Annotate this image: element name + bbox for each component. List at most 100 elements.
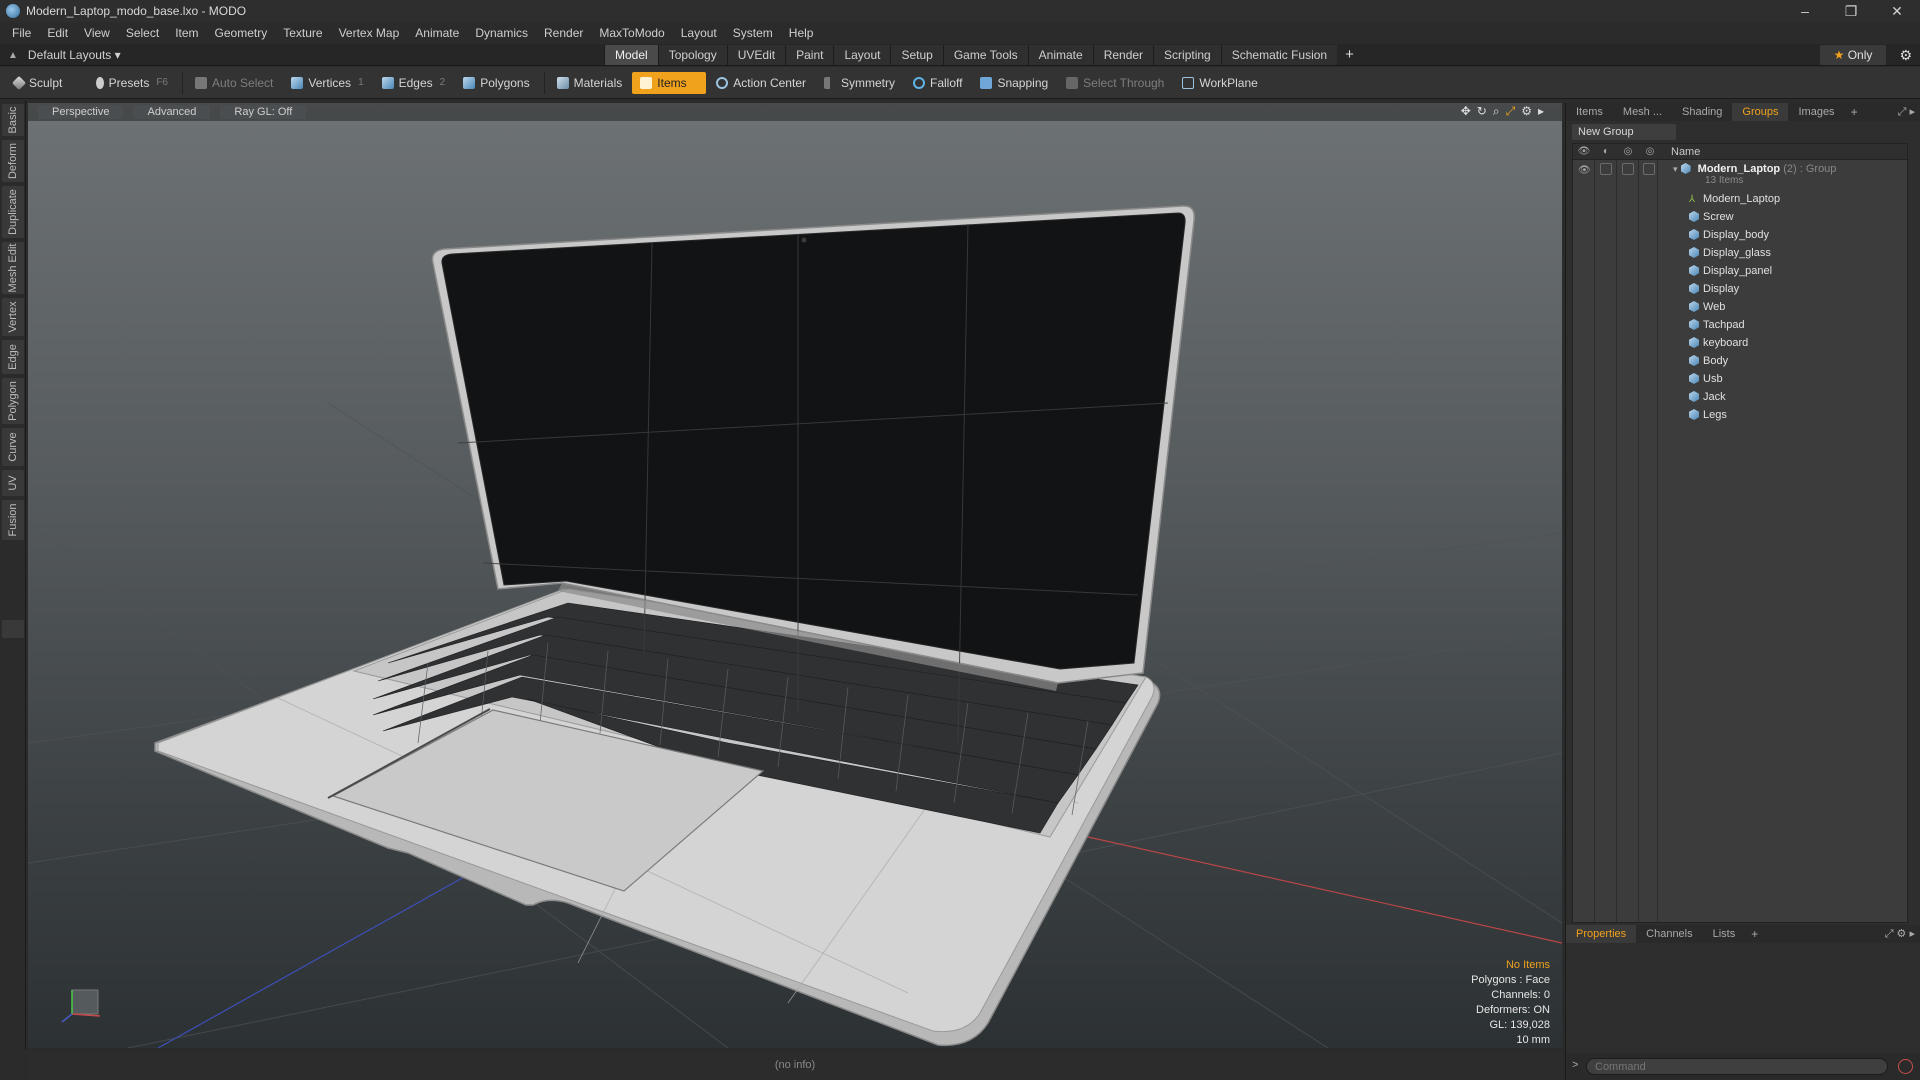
sculpt-button[interactable]: Sculpt bbox=[6, 72, 86, 94]
tab-game-tools[interactable]: Game Tools bbox=[942, 45, 1028, 65]
tree-item-web[interactable]: Web bbox=[1573, 298, 1907, 316]
select-through-button[interactable]: Select Through bbox=[1058, 72, 1172, 94]
select-toggle[interactable] bbox=[1643, 163, 1655, 175]
menu-vertex-map[interactable]: Vertex Map bbox=[331, 22, 408, 44]
expand-arrow-icon[interactable]: ▸ bbox=[1538, 104, 1544, 119]
panel-expand-icon[interactable]: ⤢ ⚙ ▸ bbox=[1885, 925, 1915, 943]
lock-toggle[interactable] bbox=[1622, 163, 1634, 175]
collapse-up-icon[interactable]: ▲ bbox=[8, 50, 18, 61]
left-tab-duplicate[interactable]: Duplicate bbox=[2, 186, 24, 238]
tree-item-display-body[interactable]: Display_body bbox=[1573, 226, 1907, 244]
tab-lists[interactable]: Lists bbox=[1703, 925, 1746, 943]
tab-model[interactable]: Model bbox=[604, 45, 658, 65]
zoom-icon[interactable]: ⌕ bbox=[1493, 104, 1500, 119]
menu-system[interactable]: System bbox=[725, 22, 781, 44]
render-header-icon[interactable]: ◐ bbox=[1595, 146, 1617, 157]
select-header-icon[interactable]: ◎ bbox=[1639, 146, 1661, 157]
polygons-button[interactable]: Polygons bbox=[455, 72, 537, 94]
add-panel-tab-icon[interactable]: + bbox=[1745, 927, 1764, 941]
add-tab-button[interactable]: + bbox=[1337, 45, 1362, 65]
gear-icon[interactable]: ⚙ bbox=[1899, 44, 1912, 66]
panel-expand-icon[interactable]: ⤢ ▸ bbox=[1898, 103, 1915, 121]
tab-items[interactable]: Items bbox=[1566, 103, 1613, 121]
tree-item-body[interactable]: Body bbox=[1573, 352, 1907, 370]
view-perspective-button[interactable]: Perspective bbox=[38, 105, 124, 119]
auto-select-button[interactable]: Auto Select bbox=[187, 72, 281, 94]
menu-select[interactable]: Select bbox=[118, 22, 167, 44]
menu-edit[interactable]: Edit bbox=[39, 22, 76, 44]
tree-item-jack[interactable]: Jack bbox=[1573, 388, 1907, 406]
snapping-button[interactable]: Snapping bbox=[972, 72, 1056, 94]
record-macro-icon[interactable] bbox=[1898, 1059, 1913, 1074]
tree-item-keyboard[interactable]: keyboard bbox=[1573, 334, 1907, 352]
menu-animate[interactable]: Animate bbox=[407, 22, 467, 44]
new-group-button[interactable]: New Group bbox=[1572, 124, 1676, 140]
visibility-header-icon[interactable]: 👁 bbox=[1573, 146, 1595, 157]
left-tab-basic[interactable]: Basic bbox=[2, 104, 24, 136]
tab-topology[interactable]: Topology bbox=[657, 45, 727, 65]
presets-button[interactable]: Presets F6 bbox=[88, 72, 176, 94]
tab-paint[interactable]: Paint bbox=[785, 45, 834, 65]
tab-render[interactable]: Render bbox=[1092, 45, 1154, 65]
tab-setup[interactable]: Setup bbox=[890, 45, 943, 65]
default-layouts-dropdown[interactable]: Default Layouts ▾ bbox=[28, 48, 121, 62]
rotate-icon[interactable]: ↻ bbox=[1477, 104, 1487, 119]
tree-item-tachpad[interactable]: Tachpad bbox=[1573, 316, 1907, 334]
left-tab-uv[interactable]: UV bbox=[2, 470, 24, 496]
action-center-button[interactable]: Action Center bbox=[708, 72, 814, 94]
left-tab-toggle[interactable] bbox=[2, 620, 24, 638]
tab-layout[interactable]: Layout bbox=[833, 45, 891, 65]
lock-header-icon[interactable]: ◎ bbox=[1617, 146, 1639, 157]
tab-scripting[interactable]: Scripting bbox=[1153, 45, 1221, 65]
tree-item-legs[interactable]: Legs bbox=[1573, 406, 1907, 424]
materials-button[interactable]: Materials bbox=[549, 72, 631, 94]
tree-item-modern-laptop[interactable]: ⅄ Modern_Laptop bbox=[1573, 190, 1907, 208]
tab-mesh[interactable]: Mesh ... bbox=[1613, 103, 1672, 121]
tab-uvedit[interactable]: UVEdit bbox=[726, 45, 786, 65]
menu-texture[interactable]: Texture bbox=[275, 22, 330, 44]
maximize-button[interactable]: ❐ bbox=[1828, 0, 1874, 22]
tab-schematic-fusion[interactable]: Schematic Fusion bbox=[1220, 45, 1338, 65]
menu-help[interactable]: Help bbox=[781, 22, 822, 44]
items-button[interactable]: Items bbox=[632, 71, 707, 94]
ray-gl-button[interactable]: Ray GL: Off bbox=[220, 105, 307, 119]
tab-properties[interactable]: Properties bbox=[1566, 925, 1637, 943]
left-tab-polygon[interactable]: Polygon bbox=[2, 378, 24, 424]
expand-arrow-icon[interactable]: ▾ bbox=[1673, 164, 1678, 174]
menu-dynamics[interactable]: Dynamics bbox=[467, 22, 536, 44]
vertices-button[interactable]: Vertices 1 bbox=[283, 72, 371, 94]
tab-images[interactable]: Images bbox=[1788, 103, 1844, 121]
menu-layout[interactable]: Layout bbox=[673, 22, 725, 44]
tree-item-display[interactable]: Display bbox=[1573, 280, 1907, 298]
tab-channels[interactable]: Channels bbox=[1636, 925, 1702, 943]
close-button[interactable]: ✕ bbox=[1874, 0, 1920, 22]
workplane-button[interactable]: WorkPlane bbox=[1174, 72, 1265, 94]
falloff-button[interactable]: Falloff bbox=[905, 72, 970, 94]
tab-animate[interactable]: Animate bbox=[1027, 45, 1093, 65]
tree-item-usb[interactable]: Usb bbox=[1573, 370, 1907, 388]
tree-item-display-glass[interactable]: Display_glass bbox=[1573, 244, 1907, 262]
add-panel-tab-icon[interactable]: + bbox=[1845, 105, 1864, 119]
left-tab-deform[interactable]: Deform bbox=[2, 140, 24, 182]
menu-render[interactable]: Render bbox=[536, 22, 591, 44]
left-tab-vertex[interactable]: Vertex bbox=[2, 298, 24, 336]
menu-view[interactable]: View bbox=[76, 22, 118, 44]
left-tab-curve[interactable]: Curve bbox=[2, 428, 24, 466]
command-input[interactable] bbox=[1586, 1058, 1888, 1075]
tab-groups[interactable]: Groups bbox=[1732, 103, 1789, 121]
shading-advanced-button[interactable]: Advanced bbox=[133, 105, 211, 119]
edges-button[interactable]: Edges 2 bbox=[374, 72, 454, 94]
left-tab-edge[interactable]: Edge bbox=[2, 340, 24, 374]
pan-icon[interactable]: ✥ bbox=[1461, 104, 1471, 119]
render-toggle[interactable] bbox=[1600, 163, 1612, 175]
minimize-button[interactable]: – bbox=[1782, 0, 1828, 22]
group-row-modern-laptop[interactable]: 👁 ▾ Modern_Laptop (2) : Group 13 Items bbox=[1573, 160, 1907, 190]
viewport-settings-icon[interactable]: ⚙ bbox=[1521, 104, 1532, 119]
3d-viewport[interactable]: Perspective Advanced Ray GL: Off ✥ ↻ ⌕ ⤢… bbox=[28, 103, 1562, 1048]
visibility-eye-icon[interactable]: 👁 bbox=[1578, 162, 1591, 180]
tree-item-display-panel[interactable]: Display_panel bbox=[1573, 262, 1907, 280]
only-toggle[interactable]: ★ Only bbox=[1820, 45, 1886, 65]
fit-icon[interactable]: ⤢ bbox=[1506, 104, 1516, 119]
symmetry-button[interactable]: Symmetry bbox=[816, 72, 903, 94]
menu-maxtomodo[interactable]: MaxToModo bbox=[591, 22, 672, 44]
